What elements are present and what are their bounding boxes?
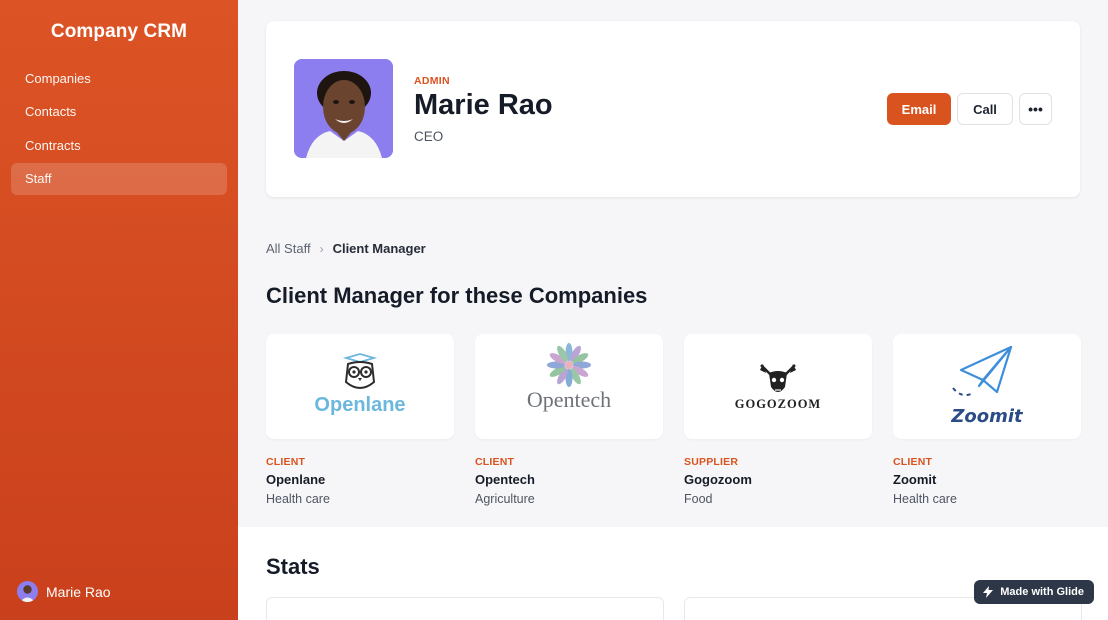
sidebar-item-staff[interactable]: Staff	[11, 162, 227, 195]
company-logo-text: GOGOZOOM	[734, 397, 822, 411]
company-card-gogozoom[interactable]: GOGOZOOM SUPPLIER Gogozoom Food	[684, 334, 872, 506]
app-root: Company CRM Companies Contacts Contracts…	[0, 0, 1108, 620]
company-logo-text: Zoomit	[951, 406, 1023, 427]
breadcrumb: All Staff › Client Manager	[266, 241, 426, 256]
profile-name: Marie Rao	[414, 89, 553, 121]
made-with-glide-label: Made with Glide	[1000, 586, 1084, 598]
made-with-glide-badge[interactable]: Made with Glide	[974, 580, 1094, 604]
call-button[interactable]: Call	[957, 93, 1013, 125]
company-logo: GOGOZOOM	[684, 334, 872, 439]
profile-photo	[294, 59, 393, 158]
main-content: ADMIN Marie Rao CEO Email Call ••• All S…	[238, 0, 1108, 620]
sidebar-user[interactable]: Marie Rao	[17, 581, 111, 602]
stats-section: Stats	[238, 527, 1108, 620]
email-button[interactable]: Email	[887, 93, 951, 125]
company-name: Openlane	[266, 472, 326, 487]
company-industry: Agriculture	[475, 492, 535, 506]
breadcrumb-current: Client Manager	[332, 241, 426, 256]
profile-card: ADMIN Marie Rao CEO Email Call •••	[266, 21, 1080, 197]
company-card-zoomit[interactable]: Zoomit CLIENT Zoomit Health care	[893, 334, 1081, 506]
sidebar-user-name: Marie Rao	[46, 583, 111, 600]
sidebar-item-contracts[interactable]: Contracts	[11, 129, 227, 161]
breadcrumb-all-staff[interactable]: All Staff	[266, 241, 311, 256]
company-type: CLIENT	[475, 456, 515, 468]
sidebar-item-contacts[interactable]: Contacts	[11, 96, 227, 128]
company-type: CLIENT	[266, 456, 306, 468]
stat-card	[266, 597, 664, 620]
sidebar-nav: Companies Contacts Contracts Staff	[0, 62, 238, 195]
flower-icon	[547, 343, 591, 387]
company-industry: Health care	[893, 492, 957, 506]
role-badge: ADMIN	[414, 75, 450, 87]
company-logo: Zoomit	[893, 334, 1081, 439]
company-name: Zoomit	[893, 472, 937, 487]
company-industry: Food	[684, 492, 713, 506]
sidebar: Company CRM Companies Contacts Contracts…	[0, 0, 238, 620]
company-card-openlane[interactable]: Openlane CLIENT Openlane Health care	[266, 334, 454, 506]
app-title: Company CRM	[50, 21, 188, 42]
company-name: Gogozoom	[684, 472, 752, 487]
profile-actions: Email Call •••	[887, 93, 1052, 125]
sidebar-item-companies[interactable]: Companies	[11, 62, 227, 94]
company-type: SUPPLIER	[684, 456, 739, 468]
company-logo: Opentech	[475, 334, 663, 439]
person-icon	[20, 585, 35, 602]
glide-bolt-icon	[983, 586, 994, 598]
profile-job-title: CEO	[414, 129, 444, 144]
company-name: Opentech	[475, 472, 535, 487]
person-photo-icon	[294, 59, 393, 158]
company-list: Openlane CLIENT Openlane Health care Ope…	[266, 334, 1081, 506]
avatar	[17, 581, 38, 602]
bull-skull-icon	[760, 364, 796, 392]
owl-icon	[342, 353, 378, 389]
company-logo-text: Openlane	[314, 394, 406, 416]
chevron-right-icon: ›	[319, 241, 324, 256]
company-logo-text: Opentech	[526, 387, 612, 412]
company-type: CLIENT	[893, 456, 933, 468]
paper-plane-icon	[952, 345, 1013, 397]
section-title: Client Manager for these Companies	[266, 283, 648, 308]
ellipsis-icon: •••	[1028, 101, 1043, 117]
company-card-opentech[interactable]: Opentech CLIENT Opentech Agriculture	[475, 334, 663, 506]
more-options-button[interactable]: •••	[1019, 93, 1052, 125]
company-industry: Health care	[266, 492, 330, 506]
company-logo: Openlane	[266, 334, 454, 439]
stats-title: Stats	[266, 554, 320, 579]
